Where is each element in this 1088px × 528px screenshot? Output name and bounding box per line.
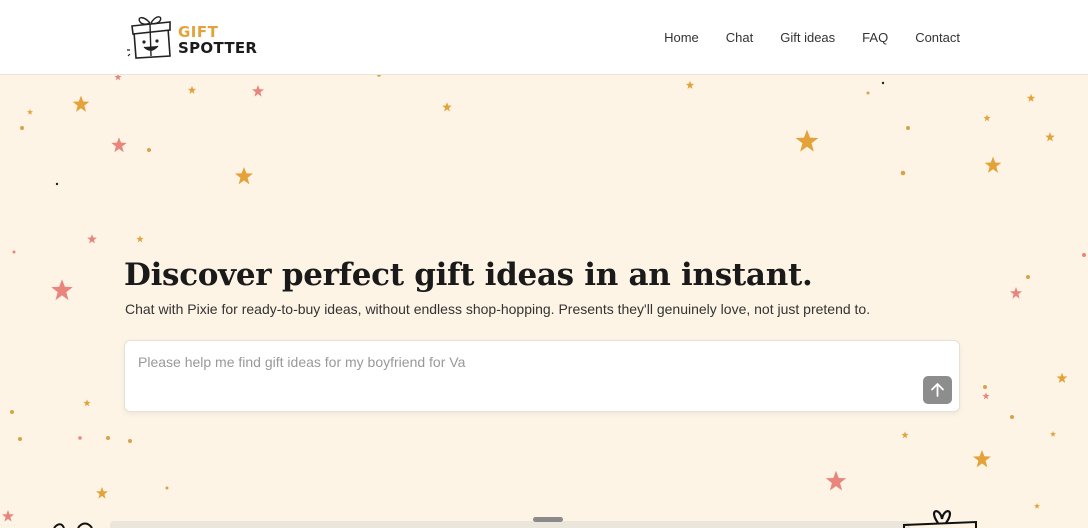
nav-home-link[interactable]: Home [664, 30, 699, 45]
hero-section: Discover perfect gift ideas in an instan… [0, 75, 1088, 528]
nav-chat-link[interactable]: Chat [726, 30, 753, 45]
chat-input-box [124, 340, 960, 412]
scribble-decoration-icon [53, 522, 93, 528]
chat-message-input[interactable] [138, 354, 898, 394]
content-panel-edge [110, 521, 910, 528]
gold-stars-decoration [27, 80, 1068, 509]
arrow-up-icon [931, 383, 944, 397]
hero-headline: Discover perfect gift ideas in an instan… [124, 257, 813, 293]
nav-contact-link[interactable]: Contact [915, 30, 960, 45]
gift-bow-illustration-icon [903, 510, 977, 528]
pink-stars-decoration [2, 75, 1022, 522]
send-message-button[interactable] [923, 376, 952, 404]
logo-text-spotter: SPOTTER [178, 39, 258, 57]
drag-handle[interactable] [533, 517, 563, 522]
gift-spotter-logo[interactable]: GIFT SPOTTER [124, 12, 264, 62]
nav-gift-ideas-link[interactable]: Gift ideas [780, 30, 835, 45]
site-header: GIFT SPOTTER Home Chat Gift ideas FAQ Co… [0, 0, 1088, 75]
gift-box-icon [127, 16, 171, 59]
hero-subheadline: Chat with Pixie for ready-to-buy ideas, … [125, 301, 871, 317]
nav-faq-link[interactable]: FAQ [862, 30, 888, 45]
main-nav: Home Chat Gift ideas FAQ Contact [664, 30, 960, 45]
